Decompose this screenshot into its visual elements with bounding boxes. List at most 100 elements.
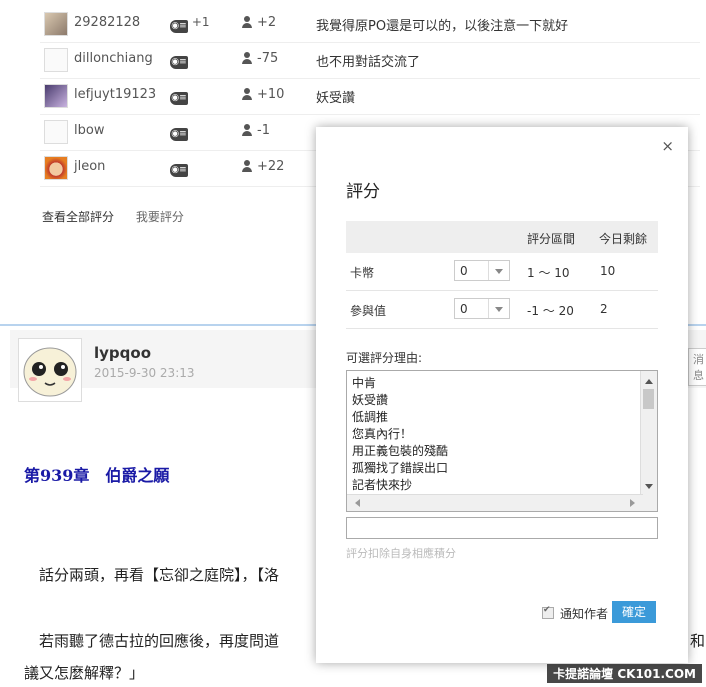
- deduct-hint: 評分扣除自身相應積分: [346, 547, 456, 560]
- post-paragraph: 若雨聽了德古拉的回應後，再度問道: [24, 632, 280, 650]
- post-paragraph-tail: 和: [690, 632, 706, 650]
- post-timestamp: 2015-9-30 23:13: [94, 366, 195, 380]
- contribution-amount: +22: [257, 159, 285, 174]
- remaining-today: 2: [600, 302, 608, 316]
- person-icon: [242, 52, 252, 64]
- contribution-score-select[interactable]: 0: [454, 298, 510, 319]
- reason-option[interactable]: 您真內行！: [352, 425, 412, 442]
- post-avatar[interactable]: [18, 338, 82, 402]
- person-icon: [242, 88, 252, 100]
- message-button[interactable]: 消息: [688, 348, 706, 386]
- vertical-scrollbar[interactable]: [640, 371, 657, 495]
- rating-table-header: 評分區間 今日剩餘: [346, 221, 658, 253]
- row-label: 卡幣: [350, 266, 375, 280]
- contribution-amount: -1: [257, 123, 270, 138]
- scrollbar-corner: [641, 495, 657, 511]
- contribution-value: -1: [242, 123, 270, 138]
- notify-label: 通知作者: [560, 607, 609, 621]
- avatar-face-icon: [23, 347, 77, 397]
- confirm-button[interactable]: 確定: [612, 601, 656, 623]
- rating-reason: 妖受讚: [316, 91, 356, 106]
- contribution-value: +10: [242, 87, 284, 102]
- rating-username[interactable]: lefjuyt19123: [74, 87, 156, 102]
- score-range: 1 ～ 10: [527, 266, 570, 280]
- reason-option[interactable]: 記者快來抄: [352, 476, 412, 493]
- row-label: 參與值: [350, 304, 387, 318]
- post-username[interactable]: lypqoo: [94, 344, 151, 362]
- rating-table-row: 卡幣 0 1 ～ 10 10: [346, 253, 658, 291]
- chapter-title: 第939章 伯爵之願: [24, 466, 170, 485]
- contribution-value: -75: [242, 51, 278, 66]
- rating-username[interactable]: 29282128: [74, 15, 140, 30]
- rating-row: 29282128 ◉≡ +1 +2 我覺得原PO還是可以的，以後注意一下就好: [40, 6, 700, 43]
- coin-icon: ◉≡: [170, 92, 188, 105]
- rating-row: dillonchiang ◉≡ -75 也不用對話交流了: [40, 42, 700, 79]
- coin-value: ◉≡: [170, 159, 188, 177]
- rating-row: lefjuyt19123 ◉≡ +10 妖受讚: [40, 78, 700, 115]
- coin-icon: ◉≡: [170, 20, 188, 33]
- remaining-today: 10: [600, 264, 616, 278]
- column-range: 評分區間: [527, 232, 576, 246]
- contribution-amount: +10: [257, 87, 285, 102]
- view-all-ratings-link[interactable]: 查看全部評分: [42, 210, 114, 224]
- avatar[interactable]: [44, 84, 68, 108]
- reason-option[interactable]: 低調推: [352, 408, 388, 425]
- avatar[interactable]: [44, 120, 68, 144]
- notify-author-checkbox[interactable]: 通知作者: [542, 605, 608, 622]
- reason-label: 可選評分理由:: [346, 351, 423, 365]
- scroll-thumb[interactable]: [643, 389, 654, 409]
- coin-amount: +1: [191, 15, 210, 29]
- rating-table-row: 參與值 0 -1 ～ 20 2: [346, 291, 658, 329]
- reason-option[interactable]: 妖受讚: [352, 391, 388, 408]
- scroll-left-icon[interactable]: [351, 499, 360, 507]
- select-value: 0: [460, 302, 468, 316]
- coin-value: ◉≡: [170, 123, 188, 141]
- avatar[interactable]: [44, 48, 68, 72]
- reason-input[interactable]: [346, 517, 658, 539]
- rating-links: 查看全部評分 我要評分: [42, 208, 202, 225]
- scroll-down-icon[interactable]: [645, 484, 653, 493]
- rating-table: 評分區間 今日剩餘 卡幣 0 1 ～ 10 10 參與值 0 -1 ～ 20 2: [346, 221, 658, 329]
- contribution-amount: -75: [257, 51, 279, 66]
- coin-icon: ◉≡: [170, 56, 188, 69]
- rating-username[interactable]: dillonchiang: [74, 51, 153, 66]
- post-paragraph: 議又怎麼解釋？」: [24, 664, 145, 682]
- rating-reason: 我覺得原PO還是可以的，以後注意一下就好: [316, 19, 569, 34]
- chevron-down-icon[interactable]: [488, 261, 509, 280]
- coin-value: ◉≡: [170, 51, 188, 69]
- person-icon: [242, 124, 252, 136]
- watermark: 卡提諾論壇 CK101.COM: [547, 664, 702, 683]
- reason-listbox[interactable]: 中肯 妖受讚 低調推 您真內行！ 用正義包裝的殘酷 孤獨找了錯誤出口 記者快來抄: [346, 370, 658, 512]
- avatar[interactable]: [44, 12, 68, 36]
- coin-icon: ◉≡: [170, 128, 188, 141]
- coin-icon: ◉≡: [170, 164, 188, 177]
- coin-score-select[interactable]: 0: [454, 260, 510, 281]
- column-remaining: 今日剩餘: [599, 232, 648, 246]
- coin-value: ◉≡ +1: [170, 15, 210, 33]
- post-paragraph: 話分兩頭，再看【忘卻之庭院】，【洛: [24, 566, 280, 584]
- rating-dialog: × 評分 評分區間 今日剩餘 卡幣 0 1 ～ 10 10 參與值 0 -1 ～…: [316, 127, 688, 663]
- reason-option[interactable]: 孤獨找了錯誤出口: [352, 459, 448, 476]
- select-value: 0: [460, 264, 468, 278]
- checkbox-icon[interactable]: [542, 605, 554, 619]
- scroll-right-icon[interactable]: [630, 499, 639, 507]
- chevron-down-icon[interactable]: [488, 299, 509, 318]
- rating-username[interactable]: jleon: [74, 159, 105, 174]
- person-icon: [242, 160, 252, 172]
- person-icon: [242, 16, 252, 28]
- close-icon[interactable]: ×: [661, 137, 674, 155]
- rating-username[interactable]: lbow: [74, 123, 104, 138]
- avatar[interactable]: [44, 156, 68, 180]
- score-range: -1 ～ 20: [527, 304, 574, 318]
- horizontal-scrollbar[interactable]: [347, 494, 643, 511]
- reason-option[interactable]: 用正義包裝的殘酷: [352, 442, 448, 459]
- scroll-up-icon[interactable]: [645, 375, 653, 384]
- dialog-title: 評分: [346, 182, 380, 202]
- contribution-amount: +2: [257, 15, 277, 30]
- rate-link[interactable]: 我要評分: [136, 210, 184, 224]
- reason-option[interactable]: 中肯: [352, 374, 376, 391]
- rating-reason: 也不用對話交流了: [316, 55, 421, 70]
- contribution-value: +2: [242, 15, 276, 30]
- coin-value: ◉≡: [170, 87, 188, 105]
- contribution-value: +22: [242, 159, 284, 174]
